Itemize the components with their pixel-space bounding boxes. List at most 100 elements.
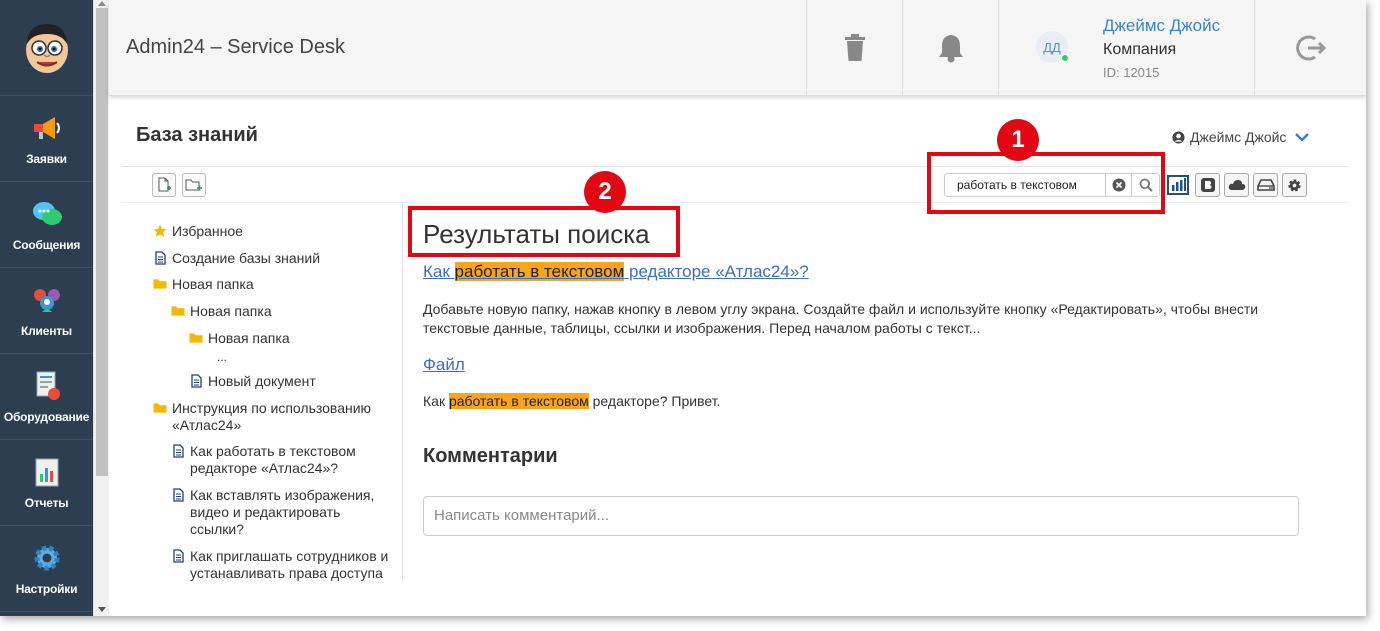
tree-item-document[interactable]: Новый документ bbox=[189, 373, 316, 390]
sidebar-item-label: Отчеты bbox=[24, 495, 69, 510]
tree-item-label: Создание базы знаний bbox=[172, 250, 321, 266]
app-window: Заявки Сообщения Клиенты Оборудование От… bbox=[0, 0, 1366, 616]
online-status-dot bbox=[1061, 54, 1069, 62]
user-circle-icon bbox=[1172, 130, 1185, 144]
snippet-text: редакторе? Привет. bbox=[588, 393, 721, 409]
result-link[interactable]: Как работать в текстовом редакторе «Атла… bbox=[423, 262, 809, 282]
tree-item-folder[interactable]: Инструкция по использованию «Атлас24» bbox=[153, 400, 378, 434]
scroll-up-arrow-icon[interactable] bbox=[98, 1, 106, 6]
sidebar-item-label: Заявки bbox=[26, 151, 67, 166]
star-icon bbox=[153, 224, 167, 238]
sidebar-item-settings[interactable]: Настройки bbox=[0, 526, 93, 612]
blog-button[interactable] bbox=[1195, 173, 1220, 197]
cloud-icon bbox=[1228, 180, 1245, 190]
report-chart-icon bbox=[30, 456, 64, 488]
tree-item-favorites[interactable]: Избранное bbox=[153, 223, 243, 240]
result-snippet: Как работать в текстовом редакторе? Прив… bbox=[423, 392, 1303, 411]
tree-item-folder[interactable]: Новая папка bbox=[189, 330, 290, 347]
scroll-down-arrow-icon[interactable] bbox=[98, 607, 106, 612]
bell-icon bbox=[938, 35, 963, 63]
users-hearts-icon bbox=[30, 284, 64, 316]
sidebar: Заявки Сообщения Клиенты Оборудование От… bbox=[0, 0, 93, 616]
tree-item-more[interactable]: ... bbox=[217, 349, 227, 366]
trash-button[interactable] bbox=[806, 0, 902, 96]
knowledge-base-tree: Избранное Создание базы знаний Новая пап… bbox=[122, 203, 403, 581]
sidebar-item-requests[interactable]: Заявки bbox=[0, 96, 93, 182]
drive-button[interactable] bbox=[1253, 173, 1278, 197]
chevron-down-icon bbox=[1295, 133, 1310, 142]
new-document-button[interactable] bbox=[152, 173, 176, 197]
tree-item-document[interactable]: Как приглашать сотрудников и устанавлива… bbox=[171, 548, 396, 581]
equipment-icon bbox=[30, 370, 64, 402]
tree-item-label: Инструкция по использованию «Атлас24» bbox=[172, 400, 372, 433]
tree-item-document[interactable]: Как вставлять изображения, видео и редак… bbox=[171, 487, 386, 538]
snippet-text: Как bbox=[423, 393, 449, 409]
new-folder-button[interactable] bbox=[182, 173, 206, 197]
new-folder-icon bbox=[185, 179, 202, 191]
chat-bubbles-icon bbox=[30, 198, 64, 230]
callout-number-2: 2 bbox=[584, 171, 626, 213]
folder-icon bbox=[153, 277, 167, 291]
blogger-icon bbox=[1200, 178, 1215, 192]
app-title: Admin24 – Service Desk bbox=[126, 36, 345, 58]
sidebar-item-clients[interactable]: Клиенты bbox=[0, 268, 93, 354]
comment-input[interactable] bbox=[423, 496, 1299, 536]
tree-item-document[interactable]: Создание базы знаний bbox=[153, 250, 320, 267]
search-highlight: работать в текстовом bbox=[454, 262, 625, 281]
tree-item-label: Как вставлять изображения, видео и редак… bbox=[190, 487, 375, 537]
avatar[interactable]: ДД bbox=[1036, 31, 1069, 63]
logo[interactable] bbox=[0, 0, 93, 96]
logout-button[interactable] bbox=[1254, 0, 1366, 96]
tree-item-label: Избранное bbox=[172, 223, 243, 239]
callout-box-1 bbox=[927, 152, 1165, 214]
current-user-dropdown[interactable]: Джеймс Джойс bbox=[1172, 129, 1310, 145]
callout-number-1: 1 bbox=[997, 119, 1039, 161]
result-link-text: редакторе «Атлас24»? bbox=[624, 262, 809, 281]
tree-item-label: ... bbox=[217, 350, 228, 364]
sidebar-item-label: Сообщения bbox=[12, 237, 81, 252]
user-name-link[interactable]: Джеймс Джойс bbox=[1103, 16, 1220, 36]
current-user-name: Джеймс Джойс bbox=[1190, 129, 1287, 145]
document-icon bbox=[171, 488, 185, 502]
folder-icon bbox=[153, 401, 167, 415]
stats-button[interactable] bbox=[1166, 173, 1190, 197]
tree-item-label: Новая папка bbox=[172, 276, 254, 292]
mascot-logo-icon bbox=[25, 23, 68, 73]
new-document-icon bbox=[158, 177, 171, 192]
tree-item-label: Новая папка bbox=[190, 303, 272, 319]
gear-icon bbox=[30, 542, 64, 574]
sidebar-item-messages[interactable]: Сообщения bbox=[0, 182, 93, 268]
result-link[interactable]: Файл bbox=[423, 355, 465, 375]
tree-item-label: Как работать в текстовом редакторе «Атла… bbox=[190, 443, 356, 476]
document-icon bbox=[189, 374, 203, 388]
tree-item-document[interactable]: Как работать в текстовом редакторе «Атла… bbox=[171, 443, 371, 477]
sidebar-item-label: Оборудование bbox=[3, 409, 90, 424]
notifications-button[interactable] bbox=[902, 0, 998, 96]
hard-drive-icon bbox=[1256, 179, 1275, 191]
sidebar-item-equipment[interactable]: Оборудование bbox=[0, 354, 93, 440]
sidebar-item-reports[interactable]: Отчеты bbox=[0, 440, 93, 526]
tree-item-folder[interactable]: Новая папка bbox=[171, 303, 272, 320]
settings-button[interactable] bbox=[1282, 173, 1307, 197]
search-highlight: работать в текстовом bbox=[448, 393, 589, 409]
tree-item-label: Как приглашать сотрудников и устанавлива… bbox=[190, 548, 389, 581]
cloud-button[interactable] bbox=[1224, 173, 1249, 197]
comments-title: Комментарии bbox=[423, 445, 558, 467]
scroll-thumb[interactable] bbox=[96, 8, 108, 476]
logout-icon bbox=[1295, 35, 1326, 61]
folder-icon bbox=[189, 331, 203, 345]
avatar-initials: ДД bbox=[1043, 39, 1061, 55]
sidebar-scrollbar[interactable] bbox=[93, 0, 109, 616]
document-icon bbox=[171, 444, 185, 458]
tree-item-label: Новая папка bbox=[208, 330, 290, 346]
result-snippet: Добавьте новую папку, нажав кнопку в лев… bbox=[423, 301, 1259, 336]
result-link-text: Как bbox=[423, 262, 455, 281]
top-header: Admin24 – Service Desk ДД Джеймс Джойс К… bbox=[109, 0, 1366, 96]
document-icon bbox=[153, 251, 167, 265]
gear-icon bbox=[1288, 178, 1301, 192]
document-icon bbox=[171, 549, 185, 563]
megaphone-icon bbox=[30, 112, 64, 144]
callout-box-2 bbox=[408, 206, 680, 257]
sidebar-item-label: Настройки bbox=[15, 581, 78, 596]
tree-item-folder[interactable]: Новая папка bbox=[153, 276, 254, 293]
